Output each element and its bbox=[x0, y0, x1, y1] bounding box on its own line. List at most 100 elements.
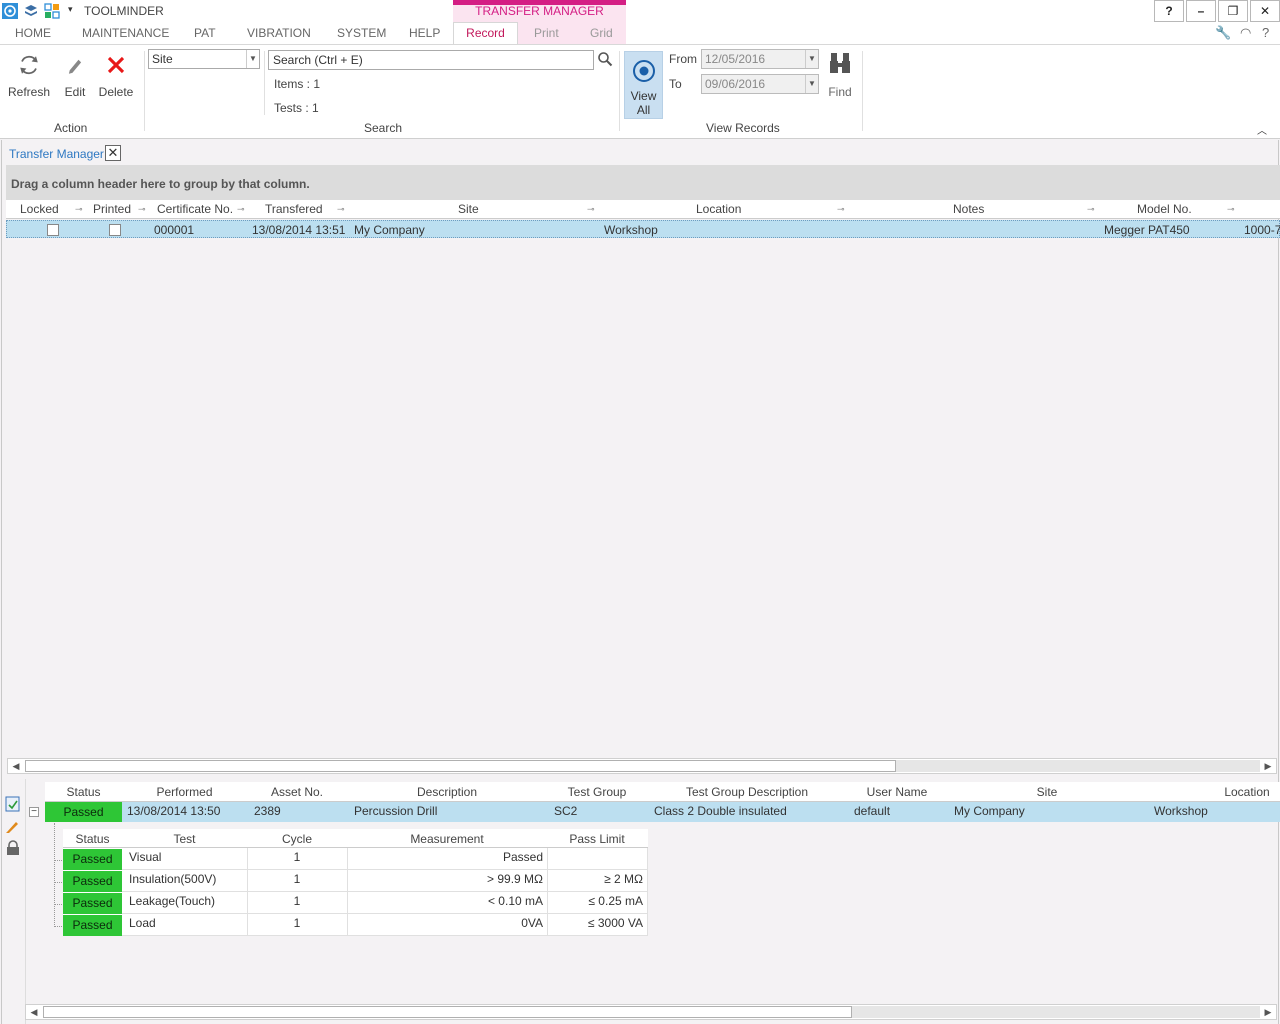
tab-record[interactable]: Record bbox=[453, 22, 518, 44]
column-header-printed[interactable]: Printed bbox=[93, 202, 131, 216]
search-icon[interactable] bbox=[597, 51, 613, 67]
cell-certificate-no: 000001 bbox=[154, 223, 195, 237]
find-button[interactable]: Find bbox=[825, 51, 855, 99]
column-header-transfered[interactable]: Transfered bbox=[265, 202, 323, 216]
sub-col-cycle[interactable]: Cycle bbox=[247, 832, 347, 846]
pin-icon[interactable]: ⊸ bbox=[587, 204, 595, 215]
help-icon[interactable]: ? bbox=[1262, 25, 1269, 40]
scroll-left-icon[interactable]: ◀ bbox=[26, 1005, 42, 1019]
pin-icon[interactable]: ⊸ bbox=[337, 204, 345, 215]
view-all-button[interactable]: View All bbox=[624, 51, 663, 119]
status-badge: Passed bbox=[63, 871, 122, 892]
certificate-icon[interactable] bbox=[5, 796, 21, 812]
help-button[interactable]: ? bbox=[1154, 0, 1184, 22]
headset-icon[interactable]: ◠ bbox=[1240, 25, 1251, 41]
column-header-notes[interactable]: Notes bbox=[953, 202, 984, 216]
cell-cycle: 1 bbox=[293, 850, 301, 864]
cell-measurement: > 99.9 MΩ bbox=[487, 872, 543, 886]
sub-col-measurement[interactable]: Measurement bbox=[347, 832, 547, 846]
tab-print[interactable]: Print bbox=[534, 26, 559, 40]
tab-pat[interactable]: PAT bbox=[194, 26, 216, 40]
status-badge: Passed bbox=[45, 802, 122, 822]
site-combo[interactable]: Site ▼ bbox=[148, 49, 260, 69]
scroll-right-icon[interactable]: ▶ bbox=[1260, 1005, 1276, 1019]
sub-col-status[interactable]: Status bbox=[63, 832, 122, 846]
detail-table-row[interactable]: Passed 13/08/2014 13:50 2389 Percussion … bbox=[45, 802, 1280, 822]
detail-col-test-group[interactable]: Test Group bbox=[547, 785, 647, 799]
document-tab-transfer-manager[interactable]: Transfer Manager bbox=[9, 147, 104, 161]
detail-col-status[interactable]: Status bbox=[45, 785, 122, 799]
test-result-row[interactable]: Passed Leakage(Touch) 1 < 0.10 mA ≤ 0.25… bbox=[63, 892, 648, 914]
pin-icon[interactable]: ⊸ bbox=[837, 204, 845, 215]
detail-col-user-name[interactable]: User Name bbox=[847, 785, 947, 799]
pin-icon[interactable]: ⊸ bbox=[237, 204, 245, 215]
tab-vibration[interactable]: VIBRATION bbox=[247, 26, 311, 40]
sub-col-pass-limit[interactable]: Pass Limit bbox=[547, 832, 647, 846]
cell-model-no: Megger PAT450 bbox=[1104, 223, 1190, 237]
detail-col-performed[interactable]: Performed bbox=[122, 785, 247, 799]
lock-icon[interactable] bbox=[5, 840, 21, 856]
apps-grid-icon[interactable] bbox=[44, 3, 60, 19]
close-button[interactable]: ✕ bbox=[1250, 0, 1280, 22]
pin-icon[interactable]: ⊸ bbox=[1087, 204, 1095, 215]
to-date-picker[interactable]: 09/06/2016 ▼ bbox=[701, 74, 819, 94]
cell-transfered: 13/08/2014 13:51 bbox=[252, 223, 346, 237]
column-header-model-no[interactable]: Model No. bbox=[1137, 202, 1192, 216]
chevron-down-icon[interactable]: ▼ bbox=[805, 50, 818, 68]
detail-col-location[interactable]: Location bbox=[1147, 785, 1280, 799]
column-header-location[interactable]: Location bbox=[696, 202, 741, 216]
tab-system[interactable]: SYSTEM bbox=[337, 26, 386, 40]
pin-icon[interactable]: ⊸ bbox=[138, 204, 146, 215]
pin-icon[interactable]: ⊸ bbox=[1227, 204, 1235, 215]
test-result-row[interactable]: Passed Insulation(500V) 1 > 99.9 MΩ ≥ 2 … bbox=[63, 870, 648, 892]
locked-checkbox[interactable] bbox=[47, 224, 59, 236]
scrollbar-track[interactable] bbox=[896, 760, 1260, 772]
status-badge: Passed bbox=[63, 893, 122, 914]
detail-col-test-group-description[interactable]: Test Group Description bbox=[647, 785, 847, 799]
scrollbar-thumb[interactable] bbox=[43, 1006, 852, 1018]
detail-col-site[interactable]: Site bbox=[947, 785, 1147, 799]
chevron-down-icon[interactable]: ▼ bbox=[246, 50, 259, 68]
quick-access-dropdown-icon[interactable]: ▾ bbox=[68, 4, 73, 15]
edit-button[interactable]: Edit bbox=[60, 51, 90, 99]
tab-help[interactable]: HELP bbox=[409, 26, 440, 40]
status-badge: Passed bbox=[63, 915, 122, 936]
test-result-row[interactable]: Passed Load 1 0VA ≤ 3000 VA bbox=[63, 914, 648, 936]
from-label: From bbox=[669, 52, 697, 66]
detail-col-description[interactable]: Description bbox=[347, 785, 547, 799]
table-row[interactable]: 000001 13/08/2014 13:51 My Company Works… bbox=[6, 220, 1280, 238]
cell-asset-no: 2389 bbox=[254, 804, 281, 818]
printed-checkbox[interactable] bbox=[109, 224, 121, 236]
delete-button[interactable]: Delete bbox=[97, 51, 135, 99]
scroll-right-icon[interactable]: ▶ bbox=[1260, 759, 1276, 773]
detail-col-asset-no[interactable]: Asset No. bbox=[247, 785, 347, 799]
scroll-left-icon[interactable]: ◀ bbox=[8, 759, 24, 773]
scrollbar-thumb[interactable] bbox=[25, 760, 896, 772]
close-tab-button[interactable]: ✕ bbox=[105, 145, 121, 161]
refresh-button[interactable]: Refresh bbox=[8, 51, 50, 99]
tab-home[interactable]: HOME bbox=[15, 26, 51, 40]
tab-grid[interactable]: Grid bbox=[590, 26, 613, 40]
layers-icon[interactable] bbox=[23, 3, 39, 19]
column-header-certificate-no[interactable]: Certificate No. bbox=[157, 202, 233, 216]
wrench-icon[interactable]: 🔧 bbox=[1215, 25, 1231, 41]
detail-horizontal-scrollbar[interactable]: ◀ ▶ bbox=[25, 1004, 1277, 1020]
collapse-ribbon-icon[interactable]: ︿ bbox=[1257, 122, 1267, 137]
pin-icon[interactable]: ⊸ bbox=[75, 204, 83, 215]
chevron-down-icon[interactable]: ▼ bbox=[805, 75, 818, 93]
sub-col-test[interactable]: Test bbox=[122, 832, 247, 846]
group-by-panel[interactable]: Drag a column header here to group by th… bbox=[6, 165, 1280, 200]
column-header-locked[interactable]: Locked bbox=[20, 202, 59, 216]
column-header-site[interactable]: Site bbox=[458, 202, 479, 216]
search-input[interactable]: Search (Ctrl + E) bbox=[268, 50, 594, 70]
grid-horizontal-scrollbar[interactable]: ◀ ▶ bbox=[7, 758, 1277, 774]
minimize-button[interactable]: – bbox=[1186, 0, 1216, 22]
cell-test: Insulation(500V) bbox=[129, 872, 217, 886]
restore-button[interactable]: ❐ bbox=[1218, 0, 1248, 22]
test-result-row[interactable]: Passed Visual 1 Passed bbox=[63, 848, 648, 870]
pencil-icon[interactable] bbox=[5, 818, 21, 834]
tab-maintenance[interactable]: MAINTENANCE bbox=[82, 26, 169, 40]
collapse-row-icon[interactable]: − bbox=[29, 807, 39, 817]
from-date-picker[interactable]: 12/05/2016 ▼ bbox=[701, 49, 819, 69]
scrollbar-track[interactable] bbox=[852, 1006, 1260, 1018]
